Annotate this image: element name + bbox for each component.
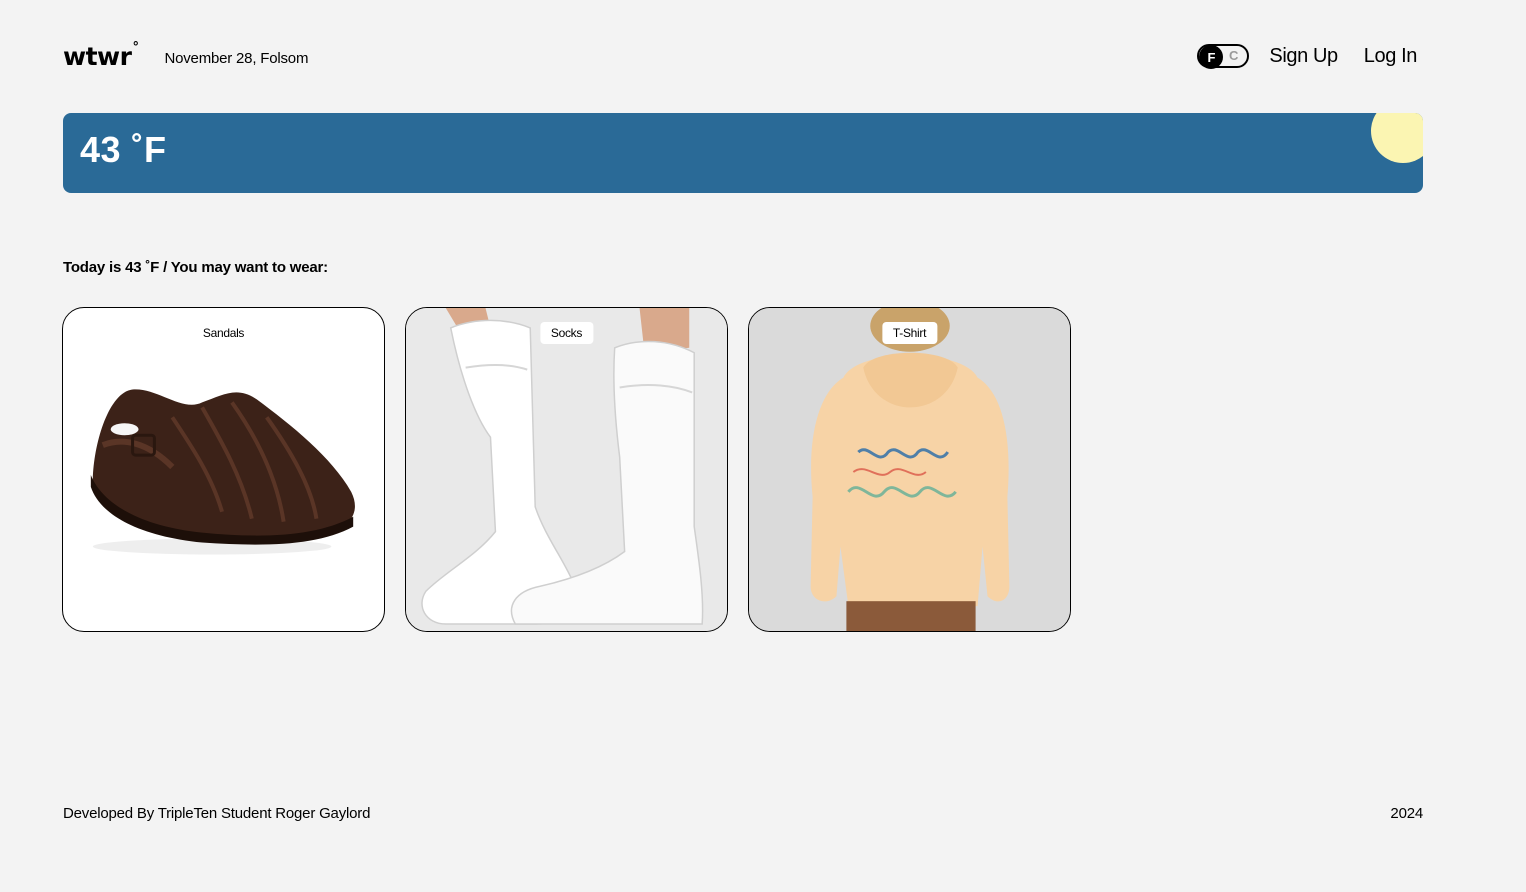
hoodie-image (749, 308, 1070, 631)
weather-card: 43 ˚F (63, 113, 1423, 193)
item-card-label: Sandals (191, 322, 256, 344)
clothing-cards: Sandals Socks T-Shirt (62, 307, 1071, 632)
site-header: wtwr ° November 28, Folsom F C Sign Up Lo… (63, 34, 1417, 78)
item-card-label: T-Shirt (881, 322, 938, 344)
item-card-t-shirt[interactable]: T-Shirt (748, 307, 1071, 632)
sun-icon (1371, 113, 1423, 163)
logo-degree: ° (132, 39, 139, 55)
toggle-active-unit: F (1199, 45, 1224, 69)
temperature-unit-toggle[interactable]: F C (1197, 44, 1250, 69)
footer-year: 2024 (1390, 805, 1423, 822)
socks-image (406, 308, 727, 631)
recommendation-message: Today is 43 ˚F / You may want to wear: (63, 259, 328, 276)
site-footer: Developed By TripleTen Student Roger Gay… (63, 805, 1423, 822)
sandal-image (90, 389, 355, 555)
logo[interactable]: wtwr ° (63, 39, 139, 71)
toggle-inactive-unit: C (1229, 48, 1239, 63)
item-card-sandals[interactable]: Sandals (62, 307, 385, 632)
header-controls: F C Sign Up Log In (1197, 44, 1418, 69)
logo-text: wtwr (63, 41, 132, 71)
item-card-socks[interactable]: Socks (405, 307, 728, 632)
log-in-button[interactable]: Log In (1364, 45, 1418, 68)
sign-up-button[interactable]: Sign Up (1269, 45, 1338, 68)
item-card-label: Socks (539, 322, 594, 344)
footer-credit: Developed By TripleTen Student Roger Gay… (63, 805, 371, 822)
weather-temperature: 43 ˚F (80, 129, 167, 170)
date-location: November 28, Folsom (164, 49, 309, 67)
